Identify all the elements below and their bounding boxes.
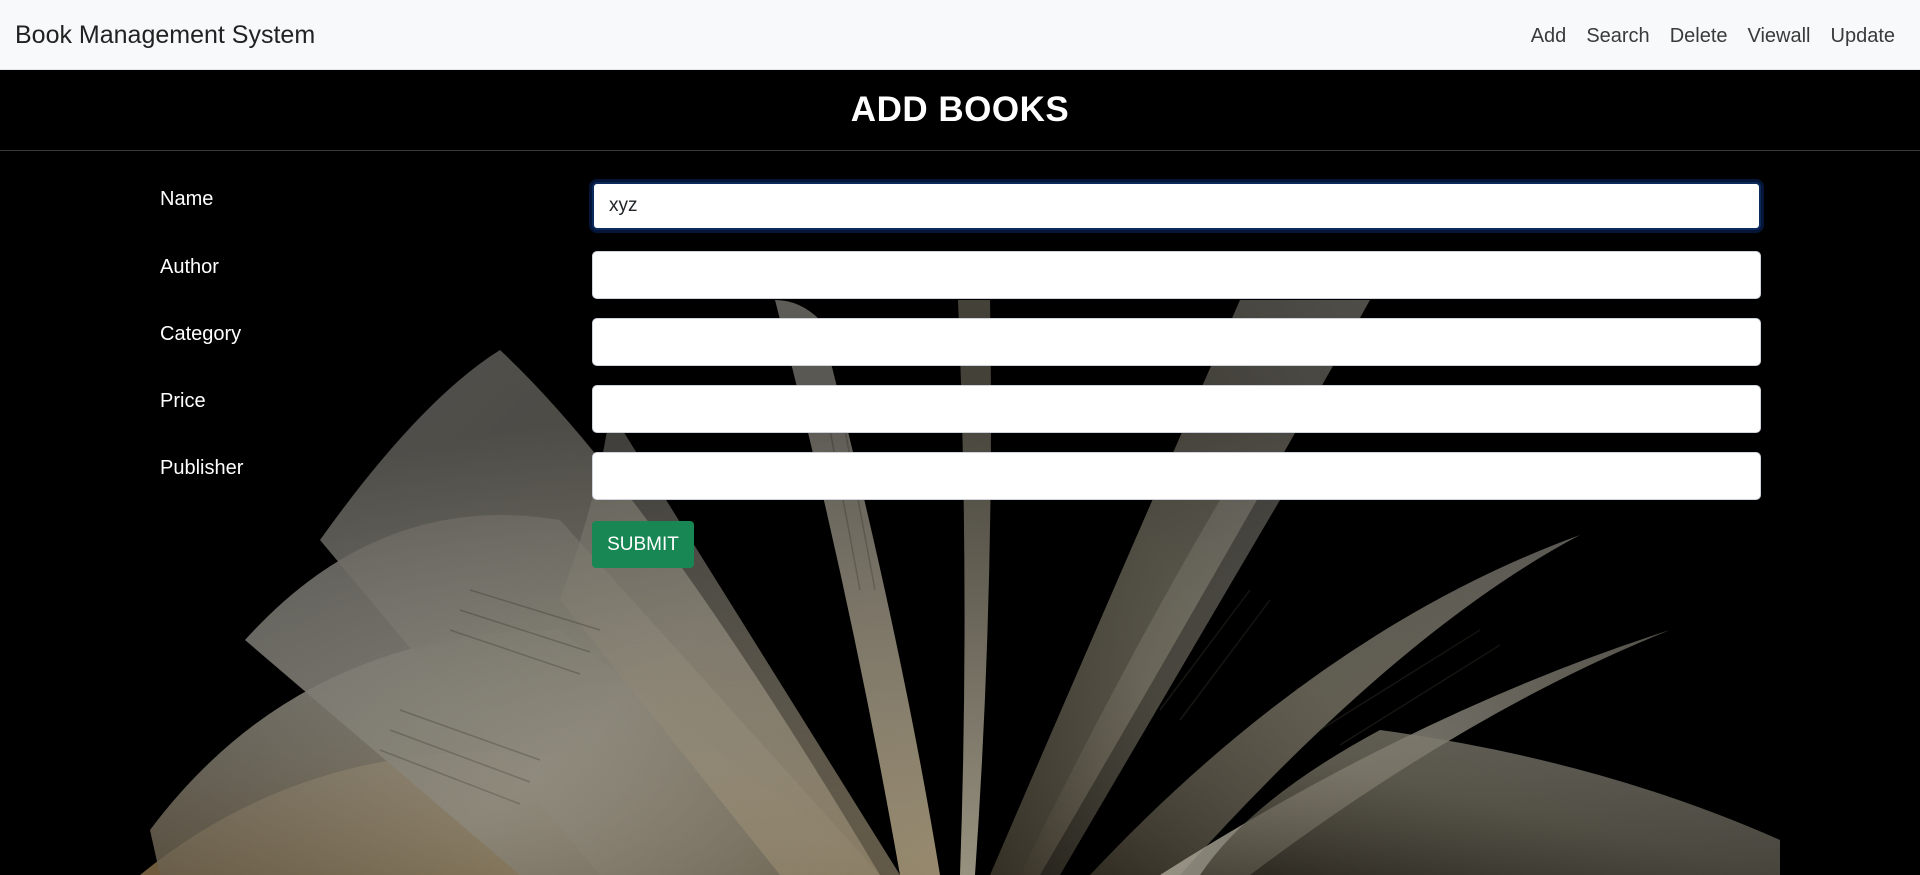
price-label: Price: [160, 390, 206, 412]
nav-link-delete[interactable]: Delete: [1670, 24, 1728, 48]
name-label: Name: [160, 188, 214, 210]
author-input[interactable]: [592, 251, 1761, 299]
page-title: ADD BOOKS: [850, 90, 1070, 129]
publisher-input[interactable]: [592, 452, 1761, 500]
author-label: Author: [160, 256, 219, 278]
nav-link-search[interactable]: Search: [1586, 24, 1649, 48]
nav-links: Add Search Delete Viewall Update: [1531, 24, 1895, 48]
category-label: Category: [160, 323, 242, 345]
navbar: Book Management System Add Search Delete…: [0, 0, 1920, 70]
navbar-brand[interactable]: Book Management System: [15, 20, 315, 50]
nav-link-add[interactable]: Add: [1531, 24, 1567, 48]
name-input[interactable]: [592, 182, 1761, 230]
nav-link-update[interactable]: Update: [1831, 24, 1896, 48]
category-input[interactable]: [592, 318, 1761, 366]
nav-link-viewall[interactable]: Viewall: [1748, 24, 1811, 48]
submit-button[interactable]: SUBMIT: [592, 521, 694, 568]
title-bar: ADD BOOKS: [0, 70, 1920, 151]
publisher-label: Publisher: [160, 457, 244, 479]
price-input[interactable]: [592, 385, 1761, 433]
main-content: ADD BOOKS Name Author Category Price Pub…: [0, 70, 1920, 875]
